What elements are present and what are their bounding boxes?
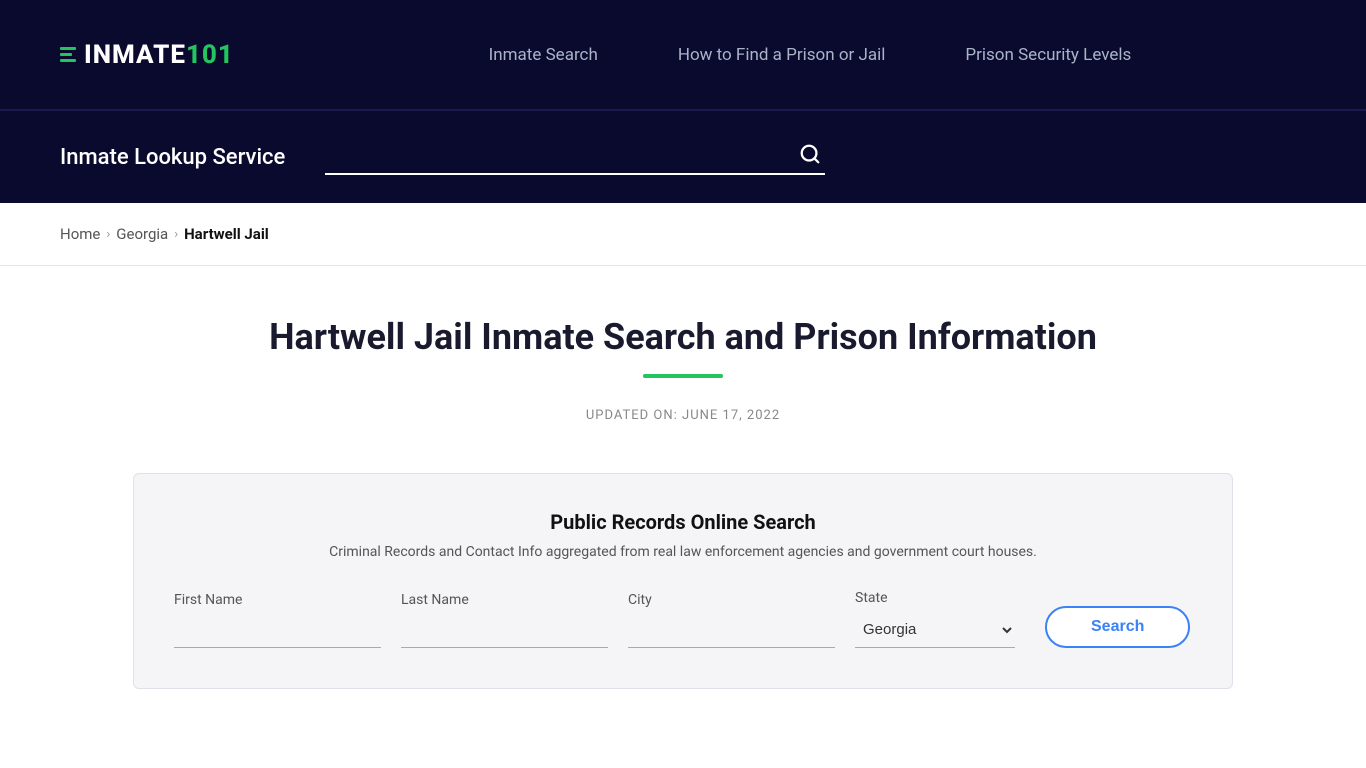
top-navigation: INMATE101 Inmate Search How to Find a Pr… xyxy=(0,0,1366,110)
logo-icon xyxy=(60,47,76,62)
page-title: Hartwell Jail Inmate Search and Prison I… xyxy=(60,316,1306,358)
nav-item-inmate-search[interactable]: Inmate Search xyxy=(489,45,598,65)
breadcrumb-state[interactable]: Georgia xyxy=(116,225,168,243)
last-name-field: Last Name xyxy=(401,592,608,648)
search-bar-wrap xyxy=(325,139,825,175)
breadcrumb-section: Home › Georgia › Hartwell Jail xyxy=(0,203,1366,266)
search-icon xyxy=(799,143,821,165)
search-bar-input[interactable] xyxy=(325,139,825,175)
last-name-label: Last Name xyxy=(401,592,608,608)
state-select[interactable]: AlabamaAlaskaArizonaArkansasCaliforniaCo… xyxy=(855,612,1015,648)
main-content: Hartwell Jail Inmate Search and Prison I… xyxy=(0,266,1366,729)
search-button[interactable]: Search xyxy=(1045,606,1190,648)
search-form-row: First Name Last Name City State AlabamaA… xyxy=(174,590,1192,648)
city-input[interactable] xyxy=(628,614,835,648)
first-name-label: First Name xyxy=(174,592,381,608)
search-bar-label: Inmate Lookup Service xyxy=(60,145,285,170)
search-bar-button[interactable] xyxy=(795,139,825,175)
logo-text: INMATE101 xyxy=(84,40,234,70)
search-bar-section: Inmate Lookup Service xyxy=(0,110,1366,203)
city-field: City xyxy=(628,592,835,648)
nav-item-how-to-find[interactable]: How to Find a Prison or Jail xyxy=(678,45,886,65)
nav-links: Inmate Search How to Find a Prison or Ja… xyxy=(314,45,1306,65)
city-label: City xyxy=(628,592,835,608)
nav-item-security-levels[interactable]: Prison Security Levels xyxy=(965,45,1131,65)
chevron-icon-2: › xyxy=(174,227,178,242)
first-name-input[interactable] xyxy=(174,614,381,648)
title-underline xyxy=(643,374,723,378)
last-name-input[interactable] xyxy=(401,614,608,648)
breadcrumb-home[interactable]: Home xyxy=(60,225,100,243)
state-field: State AlabamaAlaskaArizonaArkansasCalifo… xyxy=(855,590,1015,648)
updated-on: UPDATED ON: JUNE 17, 2022 xyxy=(60,408,1306,423)
breadcrumb-current: Hartwell Jail xyxy=(184,225,269,243)
public-records-search-box: Public Records Online Search Criminal Re… xyxy=(133,473,1233,689)
search-box-description: Criminal Records and Contact Info aggreg… xyxy=(174,544,1192,560)
first-name-field: First Name xyxy=(174,592,381,648)
state-label: State xyxy=(855,590,1015,606)
breadcrumb: Home › Georgia › Hartwell Jail xyxy=(60,225,1306,243)
search-box-title: Public Records Online Search xyxy=(174,510,1192,534)
site-logo[interactable]: INMATE101 xyxy=(60,40,234,70)
chevron-icon: › xyxy=(106,227,110,242)
